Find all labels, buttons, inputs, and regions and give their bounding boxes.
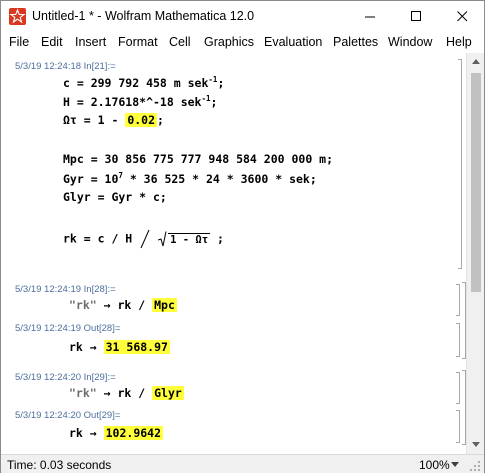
scroll-thumb[interactable] (471, 73, 481, 292)
resize-grip-icon[interactable] (469, 460, 481, 472)
code-line-out28[interactable]: rk → 31 568.97 (69, 340, 170, 354)
code-line-out29[interactable]: rk → 102.9642 (69, 426, 164, 440)
menu-format[interactable]: Format (118, 35, 158, 49)
notebook-area[interactable]: 5/3/19 12:24:18 In[21]:= c = 299 792 458… (1, 53, 484, 454)
cell-label-out29: 5/3/19 12:24:20 Out[29]= (15, 410, 121, 421)
highlight-omega-value: 0.02 (125, 113, 158, 127)
cell-label-in21: 5/3/19 12:24:18 In[21]:= (15, 61, 116, 72)
scroll-up-button[interactable] (467, 53, 485, 70)
menu-window[interactable]: Window (388, 35, 432, 49)
minimize-icon (364, 16, 375, 17)
code-line-gyr[interactable]: Gyr = 107 * 36 525 * 24 * 3600 * sek; (63, 171, 317, 186)
close-icon (456, 10, 467, 21)
timing-status: Time: 0.03 seconds (7, 458, 112, 472)
cell-bracket-in21[interactable] (458, 59, 462, 269)
scroll-down-button[interactable] (467, 436, 485, 453)
cell-bracket-out29[interactable] (456, 410, 460, 443)
highlight-mpc: Mpc (152, 298, 177, 312)
status-bar: Time: 0.03 seconds 100% (1, 454, 484, 473)
window-title: Untitled-1 * - Wolfram Mathematica 12.0 (32, 9, 255, 23)
code-line-in28[interactable]: "rk" → rk / Mpc (69, 298, 177, 312)
cell-label-in28: 5/3/19 12:24:19 In[28]:= (15, 284, 116, 295)
highlight-out29-value: 102.9642 (103, 426, 164, 440)
zoom-level[interactable]: 100% (419, 458, 450, 472)
cell-bracket-in29[interactable] (456, 372, 460, 404)
sqrt-expression: 1 - Ωτ (157, 231, 211, 247)
menu-help[interactable]: Help (446, 35, 472, 49)
zoom-dropdown-icon[interactable] (451, 462, 459, 467)
maximize-button[interactable] (393, 1, 439, 31)
highlight-glyr: Glyr (152, 386, 184, 400)
menu-edit[interactable]: Edit (41, 35, 63, 49)
menu-cell[interactable]: Cell (169, 35, 191, 49)
chevron-down-icon (472, 442, 480, 447)
code-line-omega[interactable]: Ωτ = 1 - 0.02; (63, 113, 164, 127)
sqrt-icon (157, 231, 167, 247)
chevron-up-icon (472, 59, 480, 64)
vertical-scrollbar[interactable] (466, 53, 484, 454)
code-line-c[interactable]: c = 299 792 458 m sek-1; (63, 75, 224, 90)
menu-graphics[interactable]: Graphics (204, 35, 254, 49)
title-bar[interactable]: Untitled-1 * - Wolfram Mathematica 12.0 (1, 1, 484, 32)
code-line-mpc[interactable]: Mpc = 30 856 775 777 948 584 200 000 m; (63, 152, 333, 166)
mathematica-window: Untitled-1 * - Wolfram Mathematica 12.0 … (0, 0, 485, 473)
highlight-out28-value: 31 568.97 (103, 340, 170, 354)
close-button[interactable] (439, 1, 485, 31)
cell-bracket-in28[interactable] (456, 284, 460, 316)
division-slash-icon (140, 229, 150, 249)
code-line-rk[interactable]: rk = c / H 1 - Ωτ ; (63, 229, 224, 249)
cell-label-out28: 5/3/19 12:24:19 Out[28]= (15, 323, 121, 334)
mathematica-logo-icon (9, 8, 26, 25)
menu-bar: File Edit Insert Format Cell Graphics Ev… (1, 32, 484, 52)
minimize-button[interactable] (347, 1, 393, 31)
code-line-glyr[interactable]: Glyr = Gyr * c; (63, 190, 167, 204)
menu-evaluation[interactable]: Evaluation (264, 35, 322, 49)
cell-bracket-out28[interactable] (456, 323, 460, 357)
cell-label-in29: 5/3/19 12:24:20 In[29]:= (15, 372, 116, 383)
menu-palettes[interactable]: Palettes (333, 35, 378, 49)
code-line-h[interactable]: H = 2.17618*^-18 sek-1; (63, 94, 217, 109)
code-line-in29[interactable]: "rk" → rk / Glyr (69, 386, 184, 400)
maximize-icon (410, 10, 421, 21)
menu-file[interactable]: File (9, 35, 29, 49)
menu-insert[interactable]: Insert (75, 35, 106, 49)
